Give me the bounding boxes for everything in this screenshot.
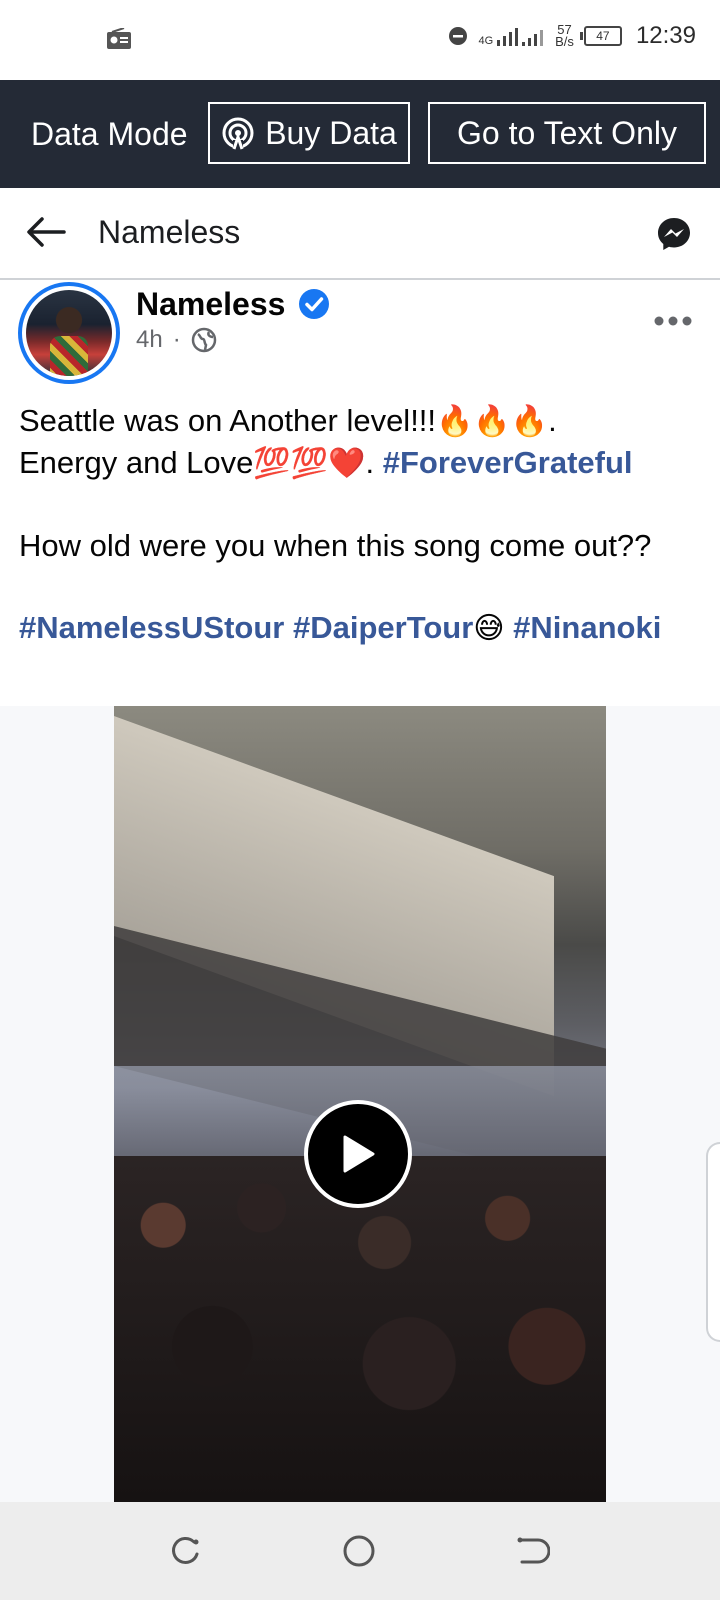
network-type: 4G (478, 35, 494, 47)
post-time[interactable]: 4h (136, 326, 163, 354)
verified-badge-icon (299, 289, 329, 319)
hashtag-namelessustour[interactable]: #NamelessUStour (19, 610, 284, 645)
network-speed: 57 B/s (555, 22, 574, 49)
meta-separator: · (172, 326, 181, 353)
post-line-2: Energy and Love💯💯❤️. #ForeverGrateful (19, 445, 633, 480)
post-hashtags: #NamelessUStour #DaiperTour😅 #Ninanoki (19, 607, 709, 649)
play-icon (343, 1135, 375, 1173)
go-to-text-only-button[interactable]: Go to Text Only (428, 102, 706, 164)
messenger-icon[interactable] (656, 216, 692, 252)
hundred-heart-emoji: 💯💯❤️ (253, 447, 366, 480)
hashtag-ninanoki[interactable]: #Ninanoki (513, 610, 661, 645)
play-button[interactable] (304, 1100, 412, 1208)
hashtag-daipertour[interactable]: #DaiperTour (293, 610, 473, 645)
avatar[interactable] (26, 290, 112, 376)
buy-data-label: Buy Data (265, 114, 397, 151)
system-nav-bar (0, 1502, 720, 1600)
post-header: Nameless 4h · (0, 282, 720, 392)
post-question: How old were you when this song come out… (19, 528, 652, 563)
buy-data-button[interactable]: Buy Data (208, 102, 410, 164)
author-avatar-ring[interactable] (18, 282, 120, 384)
page-header: Nameless (0, 188, 720, 280)
signal-icon (497, 28, 519, 46)
wifi-icon (522, 30, 544, 46)
home-icon[interactable] (342, 1534, 376, 1568)
author-name[interactable]: Nameless (136, 286, 285, 323)
back-arrow-icon[interactable] (26, 216, 66, 248)
sweat-smile-emoji: 😅 (473, 612, 505, 645)
side-panel-handle[interactable] (706, 1142, 720, 1342)
recents-icon[interactable] (168, 1534, 202, 1568)
status-bar: 4G 57 B/s 47 12:39 (0, 0, 720, 80)
data-mode-label: Data Mode (31, 116, 188, 152)
post-text: Seattle was on Another level!!!🔥🔥🔥. Ener… (19, 400, 709, 649)
dnd-icon (449, 27, 468, 45)
text-only-label: Go to Text Only (457, 114, 677, 151)
broadcast-icon (222, 117, 254, 150)
page-title: Nameless (98, 214, 241, 250)
fire-emoji: 🔥🔥🔥 (436, 405, 549, 438)
post-line-1: Seattle was on Another level!!!🔥🔥🔥. (19, 403, 557, 438)
globe-icon (191, 327, 216, 353)
battery-icon: 47 (579, 26, 622, 46)
clock: 12:39 (635, 22, 696, 49)
data-mode-bar: Data Mode Buy Data Go to Text Only (0, 80, 720, 188)
back-icon[interactable] (516, 1534, 550, 1568)
hashtag-forevergrateful[interactable]: #ForeverGrateful (383, 445, 633, 480)
radio-icon (107, 28, 131, 49)
post-meta: 4h · (136, 326, 217, 354)
more-options-icon[interactable] (654, 316, 692, 326)
